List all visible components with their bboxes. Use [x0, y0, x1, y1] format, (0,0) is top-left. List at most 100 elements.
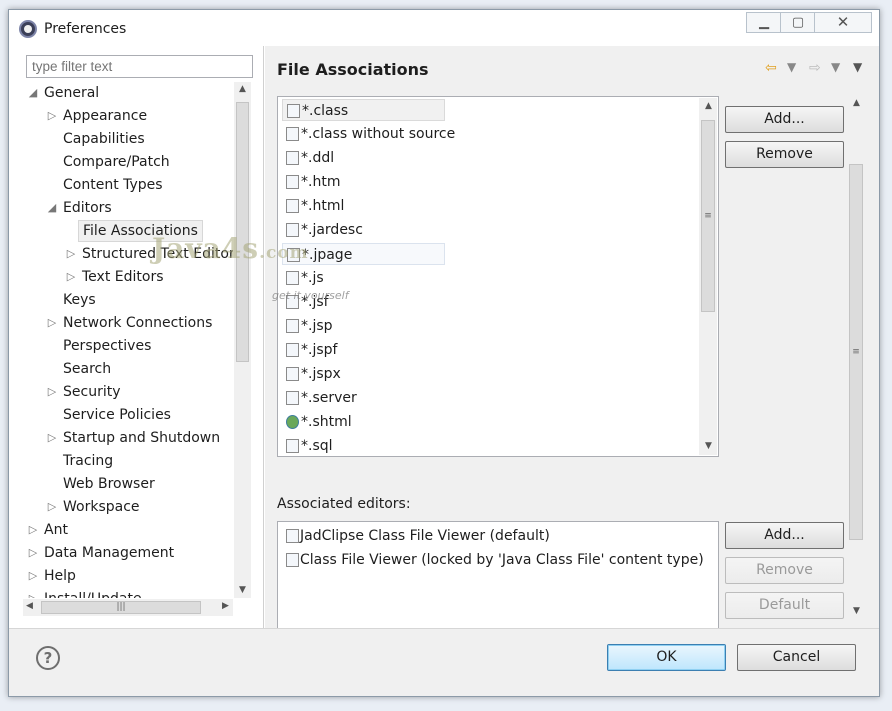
default-editor-button[interactable]: Default	[725, 592, 844, 619]
scroll-up-arrow-icon[interactable]: ▲	[703, 101, 714, 111]
watermark-logo: Java4s.com	[152, 232, 309, 265]
associated-editors-list: JadClipse Class File Viewer (default) Cla…	[277, 521, 719, 631]
file-type-item[interactable]: *.jspx	[282, 363, 582, 385]
ddl-file-icon	[286, 151, 299, 165]
close-button[interactable]: ✕	[814, 12, 872, 33]
expand-arrow-icon[interactable]: ▷	[46, 105, 58, 127]
file-type-item[interactable]: *.jsp	[282, 315, 582, 337]
file-type-label: *.class	[302, 103, 349, 119]
file-type-item[interactable]: *.ddl	[282, 147, 582, 169]
collapse-arrow-icon[interactable]: ◢	[46, 197, 58, 219]
scroll-left-arrow-icon[interactable]: ◀	[26, 601, 33, 611]
ok-button[interactable]: OK	[607, 644, 726, 671]
file-type-label: *.server	[301, 390, 357, 406]
class-file-editor-icon	[286, 553, 299, 567]
back-menu-chevron-down-icon[interactable]: ▼	[787, 60, 796, 74]
file-type-item[interactable]: *.jspf	[282, 339, 582, 361]
file-type-item[interactable]: *.class without source	[282, 123, 582, 145]
tree-item-label: Web Browser	[63, 476, 155, 492]
html-file-icon	[286, 175, 299, 189]
file-types-list: *.class *.class without source *.ddl *.htm *…	[277, 96, 719, 457]
scroll-thumb[interactable]: ≡	[701, 120, 715, 312]
cancel-button[interactable]: Cancel	[737, 644, 856, 671]
page-vertical-scrollbar[interactable]: ▲ ≡ ▼	[847, 96, 865, 622]
scroll-down-arrow-icon[interactable]: ▼	[851, 606, 862, 616]
maximize-button[interactable]: ▢	[780, 12, 815, 33]
add-editor-button[interactable]: Add...	[725, 522, 844, 549]
expand-arrow-icon[interactable]: ▷	[46, 496, 58, 518]
tree-item-label: Appearance	[63, 108, 148, 124]
view-menu-icon[interactable]: ▼	[853, 60, 862, 74]
remove-file-type-button[interactable]: Remove	[725, 141, 844, 168]
expand-arrow-icon[interactable]: ▷	[27, 565, 39, 587]
filter-input[interactable]	[26, 55, 253, 78]
tree-item-label: Capabilities	[63, 131, 145, 147]
forward-arrow-icon[interactable]: ⇨	[809, 60, 821, 76]
file-types-scrollbar[interactable]: ▲ ≡ ▼	[699, 98, 717, 455]
expand-arrow-icon[interactable]: ▷	[27, 542, 39, 564]
expand-arrow-icon[interactable]: ▷	[46, 381, 58, 403]
associated-editors-label: Associated editors:	[277, 496, 411, 512]
file-type-label: *.ddl	[301, 150, 335, 166]
title-bar: Preferences ▁ ▢ ✕	[9, 10, 879, 46]
preferences-tree-pane: ◢ General ▷ Appearance Capabilities Compare/P…	[9, 46, 264, 628]
tree-item-label: Network Connections	[63, 315, 213, 331]
scroll-up-arrow-icon[interactable]: ▲	[851, 98, 862, 108]
tree-vertical-scrollbar[interactable]: ▲ ▼	[234, 82, 251, 598]
expand-arrow-icon[interactable]: ▷	[27, 519, 39, 541]
tree-horizontal-scrollbar[interactable]: ◀ ||| ▶	[23, 599, 233, 616]
file-type-label: *.jsp	[301, 318, 333, 334]
tree-item-label: Compare/Patch	[63, 154, 170, 170]
window-title: Preferences	[44, 21, 127, 37]
tree-item-label: Service Policies	[63, 407, 171, 423]
expand-arrow-icon[interactable]: ▷	[65, 266, 77, 288]
file-type-label: *.htm	[301, 174, 341, 190]
file-type-label: *.shtml	[301, 414, 352, 430]
file-type-label: *.jardesc	[301, 222, 363, 238]
file-type-item[interactable]: *.sql	[282, 435, 582, 457]
scroll-down-arrow-icon[interactable]: ▼	[237, 585, 248, 595]
help-icon[interactable]: ?	[36, 646, 60, 670]
tree-item-label: Content Types	[63, 177, 163, 193]
file-type-label: *.jspx	[301, 366, 341, 382]
class-file-icon	[287, 104, 300, 118]
file-type-item[interactable]: *.htm	[282, 171, 582, 193]
class-file-icon	[286, 127, 299, 141]
file-type-item[interactable]: *.html	[282, 195, 582, 217]
minimize-button[interactable]: ▁	[746, 12, 781, 33]
scroll-thumb[interactable]: |||	[41, 601, 201, 614]
associated-editor-label: JadClipse Class File Viewer (default)	[300, 528, 550, 544]
dialog-footer: ? OK Cancel	[9, 628, 879, 696]
add-file-type-button[interactable]: Add...	[725, 106, 844, 133]
scroll-down-arrow-icon[interactable]: ▼	[703, 441, 714, 451]
file-type-item[interactable]: *.js	[282, 267, 582, 289]
file-type-item[interactable]: *.server	[282, 387, 582, 409]
scroll-up-arrow-icon[interactable]: ▲	[237, 84, 248, 94]
file-type-item[interactable]: *.shtml	[282, 411, 582, 433]
collapse-arrow-icon[interactable]: ◢	[27, 82, 39, 104]
tree-item-label: Perspectives	[63, 338, 152, 354]
jsp-file-icon	[286, 319, 299, 333]
file-type-item[interactable]: *.jardesc	[282, 219, 582, 241]
file-type-label: *.html	[301, 198, 345, 214]
tree-item-label: Help	[44, 568, 76, 584]
file-type-label: *.jpage	[302, 247, 353, 263]
html-file-icon	[286, 199, 299, 213]
scroll-right-arrow-icon[interactable]: ▶	[222, 601, 229, 611]
tree-item-label: Data Management	[44, 545, 175, 561]
scroll-thumb[interactable]: ≡	[849, 164, 863, 540]
remove-editor-button[interactable]: Remove	[725, 557, 844, 584]
expand-arrow-icon[interactable]: ▷	[46, 312, 58, 334]
expand-arrow-icon[interactable]: ▷	[27, 588, 39, 598]
tree-item-label: Keys	[63, 292, 96, 308]
file-type-label: *.jspf	[301, 342, 338, 358]
globe-icon	[286, 415, 299, 429]
file-type-label: *.js	[301, 270, 324, 286]
expand-arrow-icon[interactable]: ▷	[65, 243, 77, 265]
expand-arrow-icon[interactable]: ▷	[46, 427, 58, 449]
forward-menu-chevron-down-icon[interactable]: ▼	[831, 60, 840, 74]
file-type-item[interactable]: *.class	[282, 99, 445, 121]
back-arrow-icon[interactable]: ⇦	[765, 60, 777, 76]
jspx-file-icon	[286, 367, 299, 381]
dialog-content: ◢ General ▷ Appearance Capabilities Compare/P…	[9, 46, 879, 631]
